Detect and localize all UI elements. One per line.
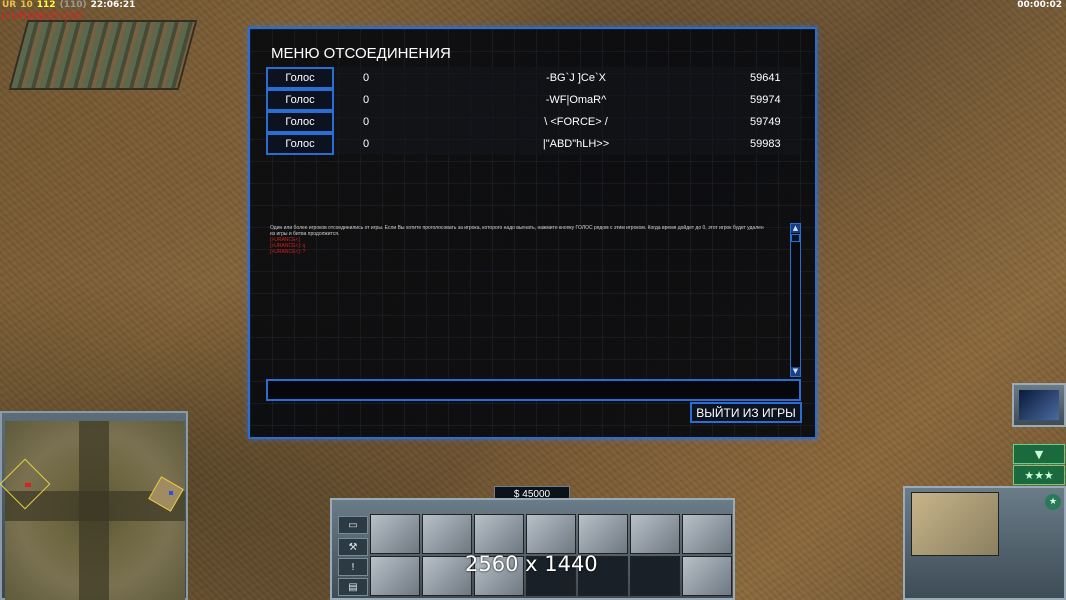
alert-icon[interactable]: ! bbox=[338, 558, 368, 576]
build-slot[interactable] bbox=[526, 514, 576, 554]
player-ping: 59641 bbox=[750, 72, 781, 84]
chat-input[interactable] bbox=[266, 379, 801, 401]
log-scrollbar[interactable]: ▲ ▼ bbox=[790, 223, 801, 377]
base-structure bbox=[8, 20, 198, 90]
exit-game-button[interactable]: ВЫЙТИ ИЗ ИГРЫ bbox=[690, 402, 802, 423]
general-stars-icon[interactable]: ★★★ bbox=[1013, 465, 1065, 485]
player-votes: 0 bbox=[363, 72, 370, 84]
build-slot[interactable] bbox=[370, 556, 420, 596]
build-slot[interactable] bbox=[578, 514, 628, 554]
vote-button[interactable]: Голос bbox=[266, 111, 334, 133]
build-slot[interactable] bbox=[474, 514, 524, 554]
wrench-icon[interactable]: ⚒ bbox=[338, 538, 368, 556]
scroll-up-icon[interactable]: ▲ bbox=[791, 224, 800, 233]
player-row: Голос 0 -WF|OmaR^ 59974 bbox=[266, 89, 802, 111]
player-row: Голос 0 \ <FORCE> / 59749 bbox=[266, 111, 802, 133]
build-slot-empty bbox=[630, 556, 680, 596]
vote-button[interactable]: Голос bbox=[266, 67, 334, 89]
player-name: \ <FORCE> / bbox=[544, 116, 608, 128]
resolution-overlay: 2560 x 1440 bbox=[465, 552, 598, 576]
hud-fps: 112 bbox=[36, 0, 56, 10]
special-power-button[interactable] bbox=[1012, 383, 1066, 427]
player-votes: 0 bbox=[363, 94, 370, 106]
command-bar: ▭ ⚒ ! ▤ bbox=[330, 498, 735, 600]
vote-button[interactable]: Голос bbox=[266, 133, 334, 155]
player-ping: 59983 bbox=[750, 138, 781, 150]
chevron-down-icon[interactable]: ▼ bbox=[1013, 444, 1065, 464]
scroll-thumb[interactable] bbox=[791, 234, 800, 242]
player-votes: 0 bbox=[363, 116, 370, 128]
player-row: Голос 0 -BG`J ]Ce`X 59641 bbox=[266, 67, 802, 89]
dialog-title: МЕНЮ ОТСОЕДИНЕНИЯ bbox=[271, 45, 451, 62]
hud-clock: 22:06:21 bbox=[90, 0, 136, 10]
player-ping: 59974 bbox=[750, 94, 781, 106]
hud-fps-avg: (110) bbox=[59, 0, 87, 10]
build-slot[interactable] bbox=[370, 514, 420, 554]
build-slot[interactable] bbox=[630, 514, 680, 554]
log-message: Один или более игроков отсоединились от … bbox=[270, 225, 764, 237]
unit-info-panel: ★ bbox=[903, 486, 1066, 600]
player-votes: 0 bbox=[363, 138, 370, 150]
minimap-road-v bbox=[79, 421, 109, 600]
rank-icon: ★ bbox=[1045, 494, 1061, 510]
satellite-icon bbox=[1019, 390, 1059, 420]
scroll-down-icon[interactable]: ▼ bbox=[791, 367, 800, 376]
player-name: |"ABD"hLH>> bbox=[542, 138, 610, 150]
vote-button[interactable]: Голос bbox=[266, 89, 334, 111]
build-slot[interactable] bbox=[422, 514, 472, 554]
log-text: Один или более игроков отсоединились от … bbox=[270, 225, 770, 255]
unit-portrait[interactable] bbox=[911, 492, 999, 556]
hud-ur-value: 10 bbox=[20, 0, 33, 10]
minimap[interactable] bbox=[0, 421, 185, 600]
build-slot[interactable] bbox=[682, 556, 732, 596]
minimap-player-marker bbox=[25, 483, 31, 487]
build-slot[interactable] bbox=[682, 514, 732, 554]
hud-ur-label: UR bbox=[2, 0, 17, 10]
options-icon[interactable]: ▭ bbox=[338, 516, 368, 534]
disconnect-dialog: МЕНЮ ОТСОЕДИНЕНИЯ Голос 0 -BG`J ]Ce`X 59… bbox=[248, 27, 817, 439]
hud-stats: UR 10 112 (110) 22:06:21 [>URANCE<] lol bbox=[2, 0, 135, 22]
player-name: -WF|OmaR^ bbox=[545, 94, 607, 106]
player-name: -BG`J ]Ce`X bbox=[546, 72, 606, 84]
minimap-frame bbox=[0, 411, 188, 600]
diplomacy-icon[interactable]: ▤ bbox=[338, 578, 368, 596]
game-timer: 00:00:02 bbox=[1017, 0, 1062, 10]
minimap-enemy-marker bbox=[169, 491, 173, 495]
hud-player-tag: [>URANCE<] lol bbox=[2, 10, 82, 22]
player-row: Голос 0 |"ABD"hLH>> 59983 bbox=[266, 133, 802, 155]
log-line: [>URANCE<]: ? bbox=[270, 249, 306, 255]
player-ping: 59749 bbox=[750, 116, 781, 128]
message-log[interactable]: Один или более игроков отсоединились от … bbox=[266, 223, 801, 375]
